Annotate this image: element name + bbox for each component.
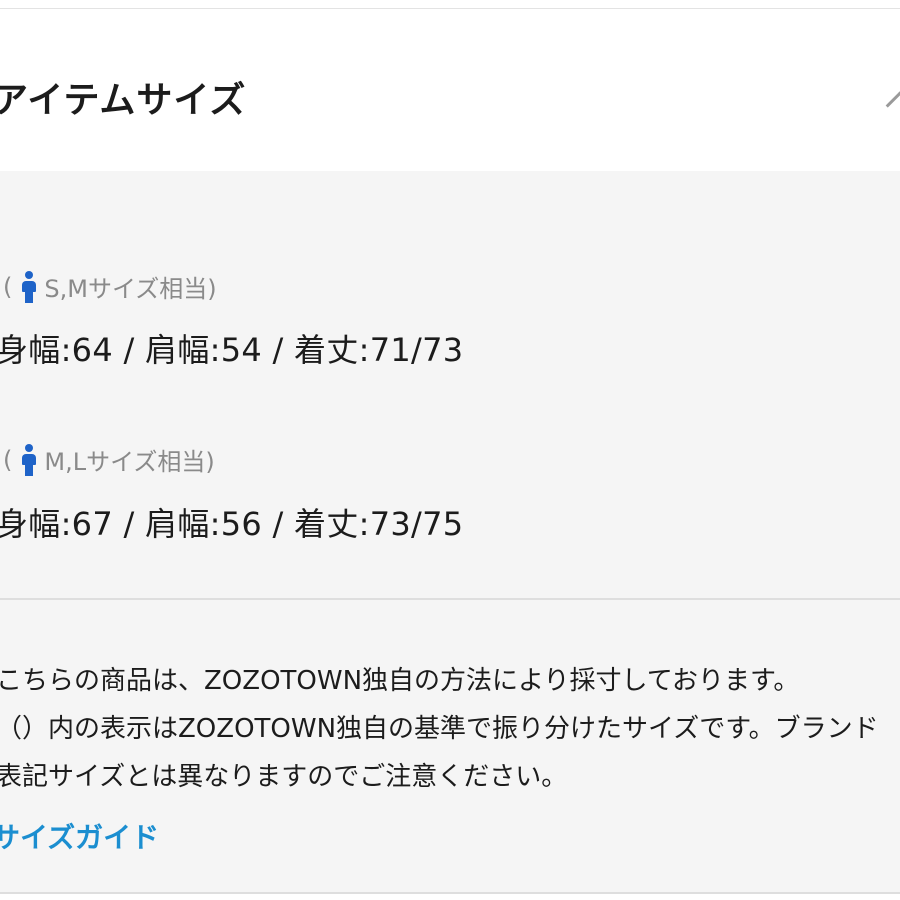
note-line-1: こちらの商品は、ZOZOTOWN独自の方法により採寸しております。 (0, 666, 800, 696)
size-label-text: S,Mサイズ相当) (44, 275, 217, 303)
person-icon (22, 270, 37, 303)
size-label-paren: ( (3, 445, 13, 474)
size-guide-link[interactable]: サイズガイド (0, 816, 159, 856)
size-notes: こちらの商品は、ZOZOTOWN独自の方法により採寸しております。 （）内の表示… (0, 600, 900, 892)
item-size-page: アイテムサイズ ( S,Mサイズ相当) 身幅:64 / 肩幅:54 / 着丈:7… (0, 0, 900, 900)
size-label-2: ( M,Lサイズ相当) (0, 442, 215, 477)
size-measurements-2: 身幅:67 / 肩幅:56 / 着丈:73/75 (0, 505, 464, 543)
note-line-2: （）内の表示はZOZOTOWN独自の基準で振り分けたサイズです。ブランド (0, 714, 879, 744)
section-title: アイテムサイズ (0, 80, 247, 121)
size-label-paren: ( (3, 272, 13, 301)
size-measurements-1: 身幅:64 / 肩幅:54 / 着丈:71/73 (0, 331, 464, 369)
bottom-divider (0, 892, 900, 894)
size-label-text: M,Lサイズ相当) (44, 448, 215, 476)
item-size-accordion-header[interactable]: アイテムサイズ (0, 9, 900, 171)
person-icon (22, 443, 37, 476)
note-line-3: 表記サイズとは異なりますのでご注意ください。 (0, 762, 568, 792)
chevron-up-icon[interactable] (885, 90, 900, 121)
size-list: ( S,Mサイズ相当) 身幅:64 / 肩幅:54 / 着丈:71/73 ( M… (0, 171, 900, 598)
size-label-1: ( S,Mサイズ相当) (0, 269, 217, 304)
